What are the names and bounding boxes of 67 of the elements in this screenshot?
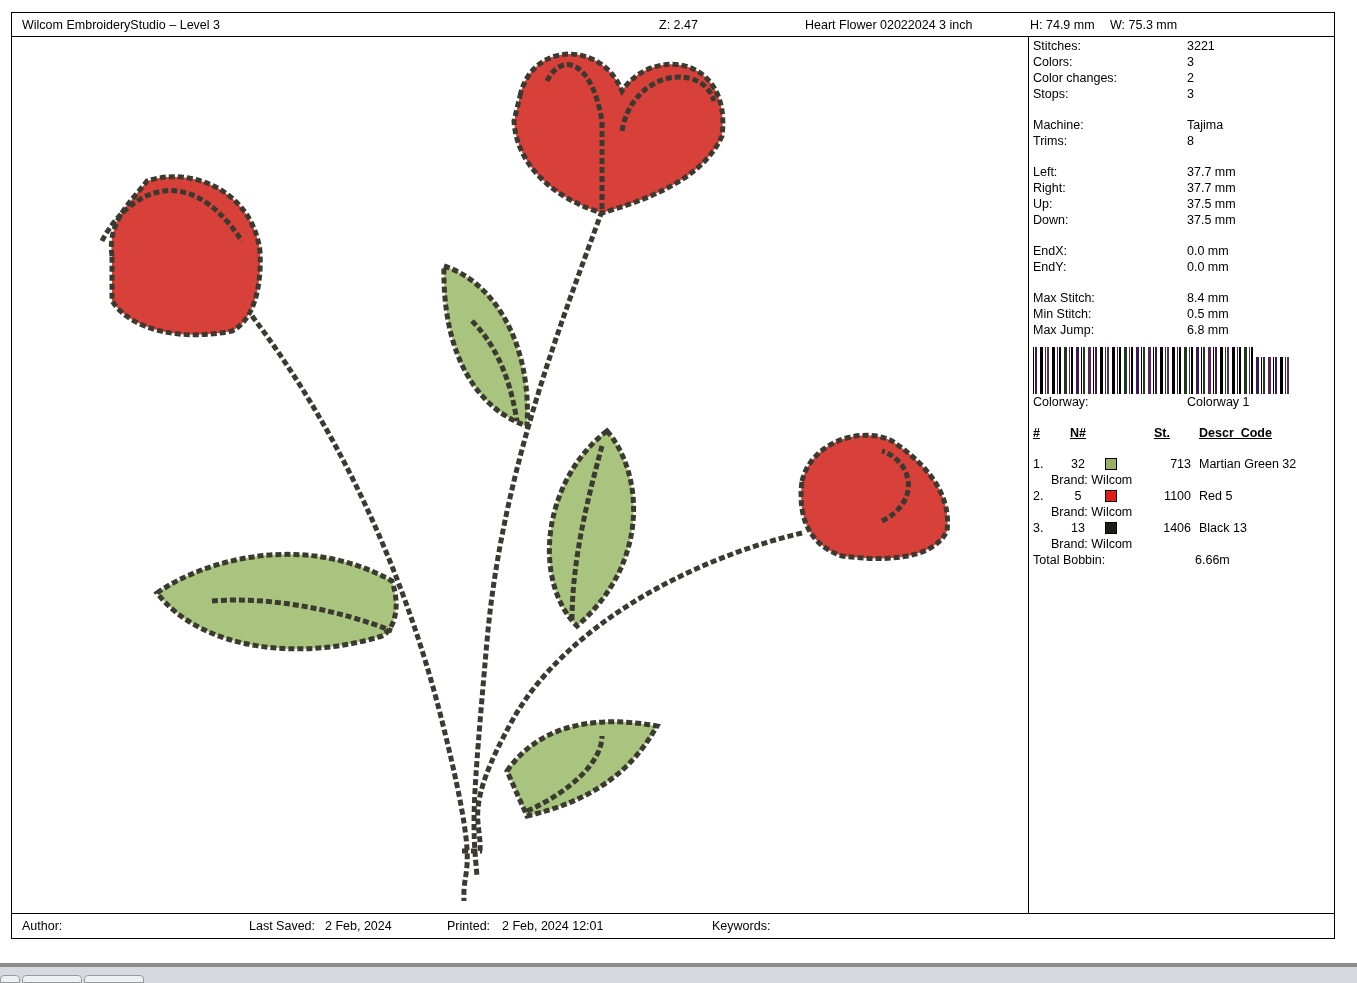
design-height: H: 74.9 mm [1030,16,1096,33]
app-title: Wilcom EmbroideryStudio – Level 3 [22,16,221,33]
stitch-count: 713 [1169,456,1191,472]
color-number: 5 [1073,488,1083,504]
column-header: N# [1070,425,1087,441]
stat-label: Trims: [1033,133,1069,149]
brand-name: Brand: Wilcom [1050,472,1134,488]
stat-value: 3 [1187,54,1194,70]
stat-label: Max Stitch: [1033,290,1096,306]
stat-value: 0.5 mm [1187,306,1229,322]
stat-value: 37.5 mm [1187,212,1236,228]
printed-date: 2 Feb, 2024 12:01 [502,918,605,934]
author-label: Author: [22,918,64,934]
stat-label: Colors: [1033,54,1074,70]
stitch-count: 1100 [1163,488,1191,504]
last-saved-label: Last Saved: [249,918,316,934]
column-header: St. [1154,425,1171,441]
stat-value: 8 [1187,133,1194,149]
stat-value: 3 [1187,86,1194,102]
column-header: Descr_Code [1199,425,1272,441]
stat-value: Tajima [1187,117,1224,133]
stat-label: Stitches: [1033,38,1082,54]
stat-label: Max Jump: [1033,322,1096,338]
stat-label: Left: [1033,164,1059,180]
keywords-label: Keywords: [712,918,771,934]
stat-label: Right: [1033,180,1067,196]
stat-value: 8.4 mm [1187,290,1229,306]
stat-label: Stops: [1033,86,1070,102]
color-description: Red 5 [1199,488,1233,504]
stat-label: Up: [1033,196,1054,212]
color-description: Black 13 [1199,520,1247,536]
stat-label: Machine: [1033,117,1085,133]
color-index: 2. [1033,488,1045,504]
stitch-count: 1406 [1162,520,1191,536]
last-saved-date: 2 Feb, 2024 [325,918,393,934]
color-index: 1. [1033,456,1045,472]
bobbin-label: Total Bobbin: [1033,552,1107,568]
stat-value: 0.0 mm [1187,243,1229,259]
stat-value: 37.7 mm [1187,164,1236,180]
color-index: 3. [1033,520,1045,536]
stat-label: EndX: [1033,243,1069,259]
stat-label: Color changes: [1033,70,1119,86]
taskbar-tab[interactable] [0,975,20,983]
printed-label: Printed: [447,918,492,934]
design-width: W: 75.3 mm [1110,16,1178,33]
colorway-value: Colorway 1 [1187,394,1250,410]
brand-name: Brand: Wilcom [1050,504,1134,520]
stat-label: Min Stitch: [1033,306,1093,322]
colorway-label: Colorway: [1033,394,1090,410]
stat-value: 3221 [1187,38,1215,54]
bobbin-value: 6.66m [1195,552,1230,568]
stat-value: 37.7 mm [1187,180,1236,196]
stat-value: 2 [1187,70,1194,86]
stat-value: 6.8 mm [1187,322,1229,338]
brand-name: Brand: Wilcom [1050,536,1134,552]
stat-label: Down: [1033,212,1070,228]
color-number: 13 [1070,520,1086,536]
stat-value: 0.0 mm [1187,259,1229,275]
stat-value: 37.5 mm [1187,196,1236,212]
stat-label: EndY: [1033,259,1068,275]
column-header: # [1033,425,1041,441]
color-description: Martian Green 32 [1199,456,1297,472]
taskbar-tab[interactable] [84,975,144,983]
taskbar-tab[interactable] [22,975,82,983]
design-name: Heart Flower 02022024 3 inch [805,16,974,33]
color-number: 32 [1070,456,1086,472]
zoom-level: Z: 2.47 [659,16,699,33]
